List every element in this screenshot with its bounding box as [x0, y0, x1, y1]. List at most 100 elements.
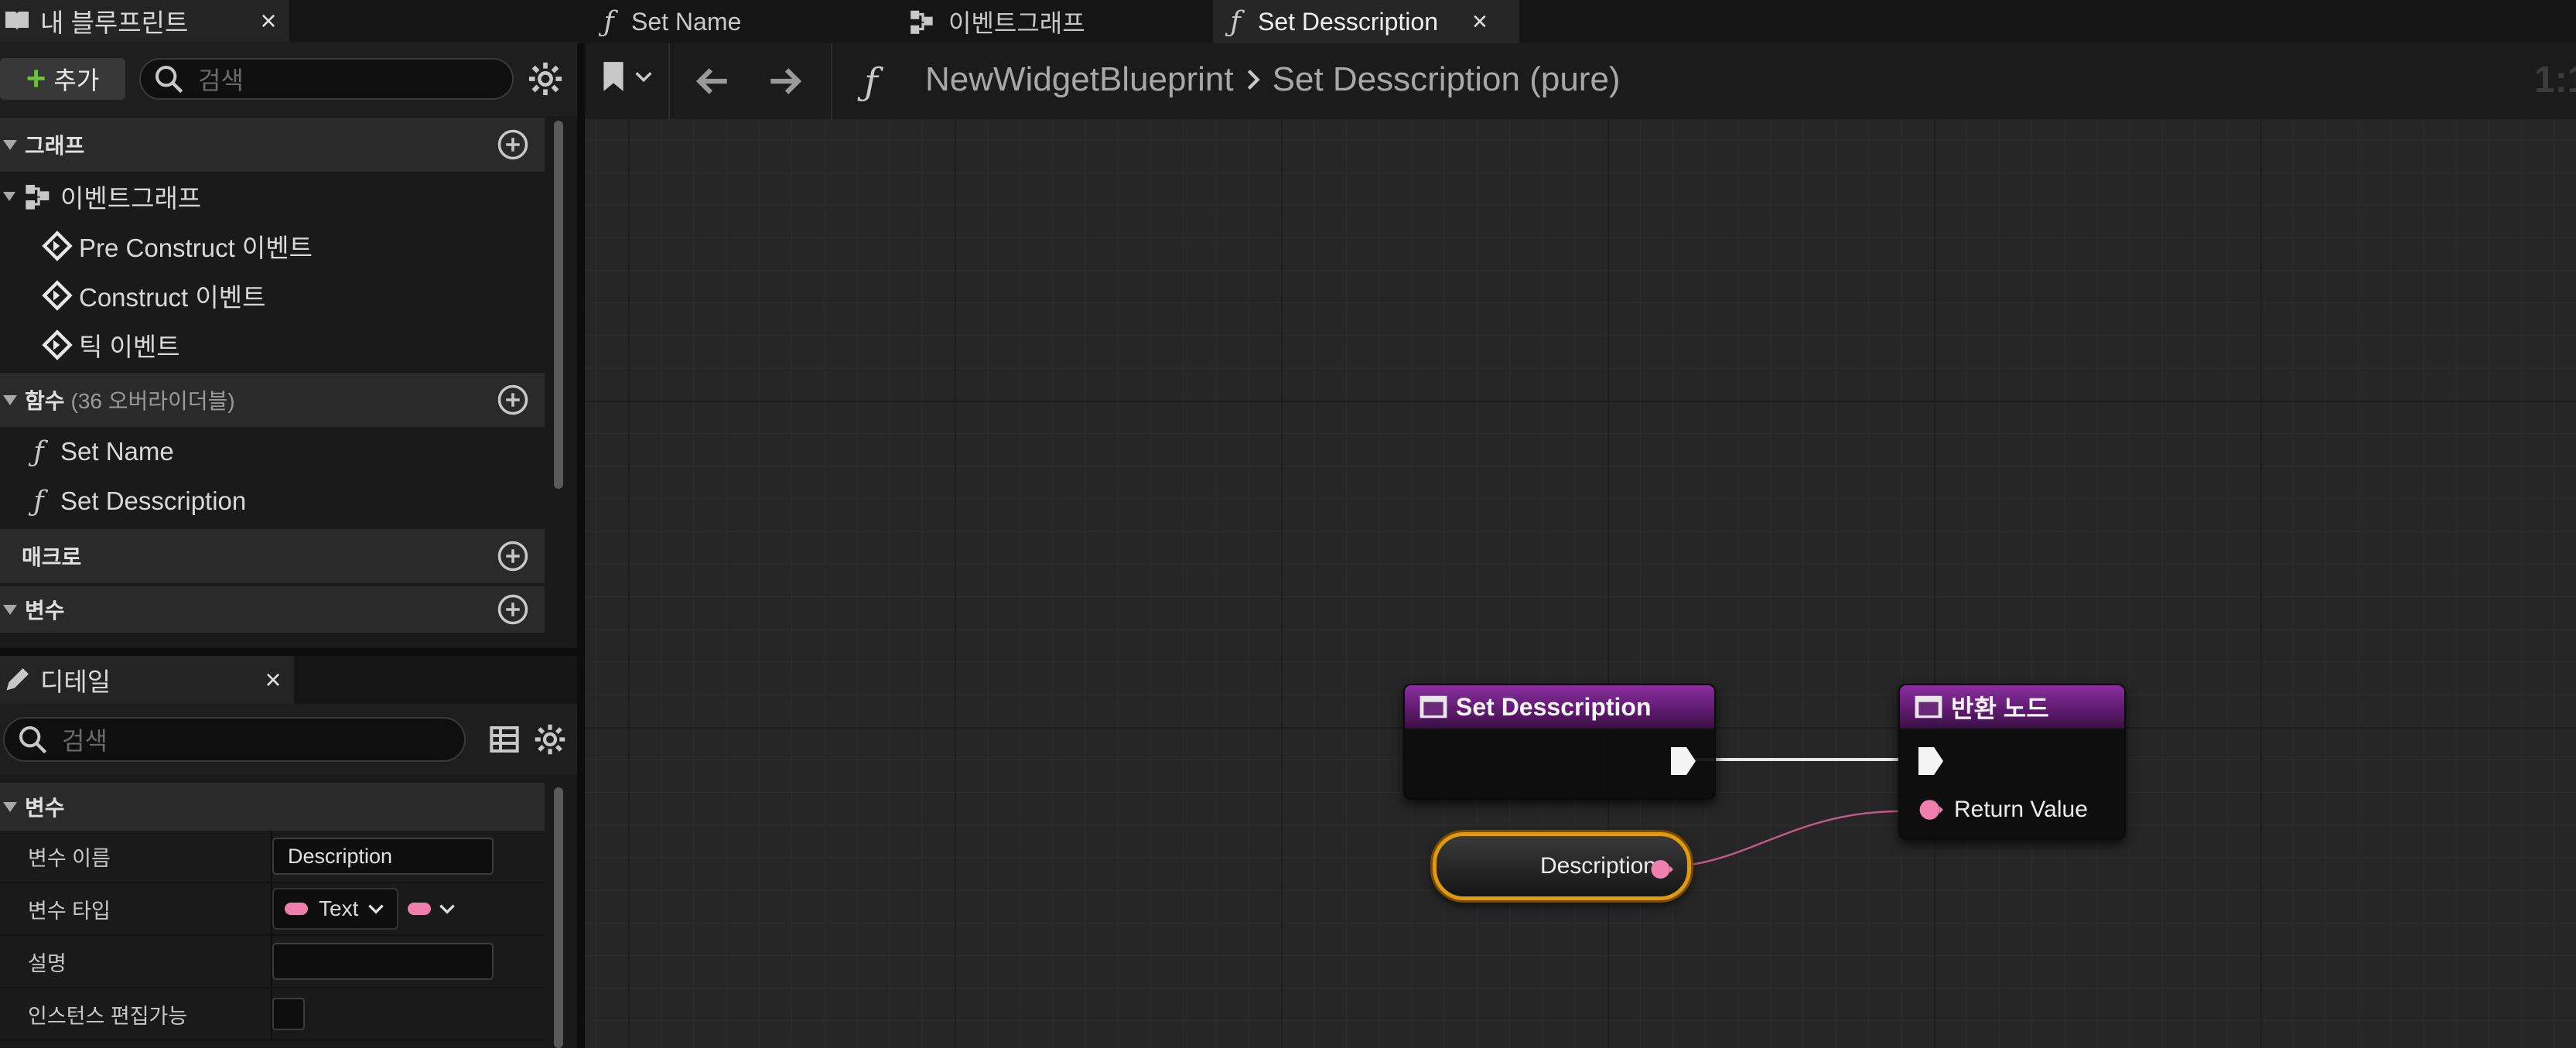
my-blueprint-tab-title: 내 블루프린트 [40, 9, 189, 37]
section-graphs[interactable]: 그래프 [0, 118, 545, 172]
exec-in-pin[interactable] [1917, 746, 1945, 777]
section-macros-label: 매크로 [22, 545, 82, 569]
tab-set-name[interactable]: ƒ Set Name [597, 0, 741, 43]
single-container-pill-icon [408, 903, 432, 915]
tree-item-label: 이벤트그래프 [60, 184, 202, 213]
wires-layer [1661, 758, 1901, 869]
add-graph-icon[interactable] [497, 128, 529, 161]
bookmark-dropdown[interactable] [600, 60, 654, 93]
variable-type-value: Text [319, 896, 359, 920]
add-function-icon[interactable] [497, 384, 529, 416]
function-node-icon [1420, 695, 1447, 719]
search-placeholder: 검색 [62, 727, 108, 755]
graph-canvas[interactable]: Set Desscription 반환 노드 Return Value Desc… [585, 119, 2576, 1048]
instance-editable-row: 인스턴스 편집가능 [0, 988, 545, 1041]
details-search-input[interactable]: 검색 [3, 717, 466, 762]
tree-item-set-name[interactable]: ƒ Set Name [0, 427, 545, 476]
return-node[interactable]: 반환 노드 Return Value [1898, 684, 2126, 840]
search-input[interactable]: 검색 [139, 58, 514, 100]
close-icon[interactable]: × [252, 664, 294, 696]
event-icon [42, 230, 73, 261]
tab-strip-empty [289, 0, 580, 42]
description-row: 설명 [0, 936, 545, 988]
tree-item-label: 틱 이벤트 [79, 333, 180, 361]
bookmark-icon [603, 62, 624, 91]
tab-strip-empty [294, 656, 580, 704]
tree-item-label: Pre Construct 이벤트 [79, 234, 313, 262]
book-icon [5, 12, 29, 30]
description-getter-node[interactable]: Description [1433, 832, 1691, 900]
search-placeholder: 검색 [198, 67, 244, 94]
data-wire[interactable] [1661, 810, 1901, 869]
chevron-down-icon [368, 904, 384, 914]
panel-splitter[interactable] [0, 648, 580, 656]
instance-editable-checkbox[interactable] [272, 998, 305, 1030]
gear-icon[interactable] [528, 61, 563, 97]
add-button[interactable]: + 추가 [0, 58, 125, 100]
tab-set-desscription[interactable]: ƒ Set Desscription × [1213, 0, 1519, 43]
add-macro-icon[interactable] [497, 540, 529, 572]
variable-name-label: 변수 이름 [28, 846, 111, 870]
section-functions[interactable]: 함수 (36 오버라이더블) [0, 373, 545, 427]
tree-item-pre-construct[interactable]: Pre Construct 이벤트 [0, 221, 545, 271]
chevron-right-icon [1247, 70, 1260, 90]
details-content: 변수 변수 이름 Description 변수 타입 Text 설명 인스턴스 … [0, 783, 545, 1041]
back-arrow-icon[interactable] [693, 62, 732, 101]
breadcrumb-blueprint[interactable]: NewWidgetBlueprint [925, 60, 1234, 99]
tab-event-graph[interactable]: 이벤트그래프 [908, 0, 1085, 43]
toolbar-divider [668, 43, 670, 119]
collapse-arrow-icon[interactable] [3, 139, 17, 150]
text-pin-icon[interactable] [1918, 797, 1943, 822]
search-icon [19, 726, 47, 754]
function-icon: ƒ [33, 435, 44, 468]
details-scrollbar[interactable] [554, 787, 563, 1048]
tree-item-set-desscription[interactable]: ƒ Set Desscription [0, 476, 545, 526]
container-type-dropdown[interactable] [408, 899, 457, 919]
table-view-icon[interactable] [489, 724, 520, 755]
variable-type-dropdown[interactable]: Text [272, 888, 399, 930]
panel-splitter[interactable] [577, 43, 585, 1048]
tree-item-construct[interactable]: Construct 이벤트 [0, 271, 545, 320]
description-label: 설명 [28, 951, 67, 975]
tree-scrollbar[interactable] [554, 121, 563, 489]
expand-arrow-icon[interactable] [3, 192, 15, 201]
function-icon: ƒ [1230, 5, 1241, 38]
event-icon [42, 280, 73, 311]
details-panel: 디테일 × 검색 변수 변수 이름 Description 변수 타입 Text [0, 656, 580, 1048]
column-divider [271, 936, 272, 987]
my-blueprint-tree: 그래프 이벤트그래프 Pre Construct 이벤트 Construct 이… [0, 118, 545, 633]
gear-icon[interactable] [534, 723, 566, 756]
variable-name-field[interactable]: Description [272, 838, 494, 875]
close-icon[interactable]: × [248, 5, 289, 37]
collapse-arrow-icon[interactable] [3, 394, 17, 405]
collapse-arrow-icon[interactable] [3, 801, 17, 812]
event-graph-icon [910, 10, 933, 34]
text-pin-icon[interactable] [1648, 858, 1675, 881]
details-section-variable[interactable]: 변수 [0, 783, 545, 831]
exec-out-pin[interactable] [1669, 746, 1697, 777]
column-divider [271, 883, 272, 934]
tree-item-tick[interactable]: 틱 이벤트 [0, 320, 545, 370]
my-blueprint-tab[interactable]: 내 블루프린트 × [0, 0, 289, 42]
node-header[interactable]: Set Desscription [1405, 685, 1714, 729]
forward-arrow-icon[interactable] [766, 62, 805, 101]
function-entry-node[interactable]: Set Desscription [1403, 684, 1716, 800]
tree-item-label: Construct 이벤트 [79, 283, 266, 312]
section-functions-label: 함수 [25, 389, 65, 413]
description-field[interactable] [272, 943, 494, 980]
variable-node-label: Description [1539, 853, 1656, 879]
section-macros[interactable]: 매크로 [0, 529, 545, 583]
close-icon[interactable]: × [1472, 7, 1488, 37]
tree-item-event-graph[interactable]: 이벤트그래프 [0, 172, 545, 221]
collapse-arrow-icon[interactable] [3, 604, 17, 615]
chevron-down-icon [439, 904, 456, 914]
toolbar-divider [831, 43, 832, 119]
section-functions-sub: (36 오버라이더블) [70, 389, 235, 413]
plus-icon: + [26, 60, 46, 97]
add-variable-icon[interactable] [497, 593, 529, 626]
details-tab[interactable]: 디테일 × [0, 656, 294, 704]
node-header[interactable]: 반환 노드 [1900, 685, 2124, 729]
node-title: 반환 노드 [1951, 695, 2049, 722]
section-variables[interactable]: 변수 [0, 586, 545, 633]
search-icon [155, 66, 183, 94]
